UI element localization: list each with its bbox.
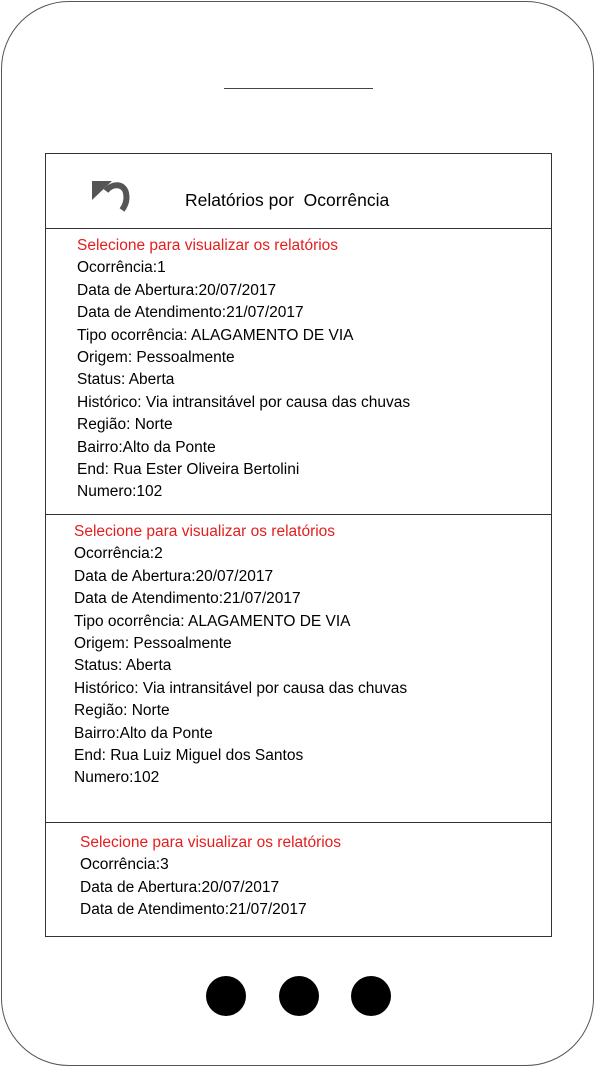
opening-date: Data de Abertura:20/07/2017 <box>80 878 280 896</box>
back-button[interactable] <box>88 170 136 214</box>
district: Bairro:Alto da Ponte <box>74 724 213 742</box>
region: Região: Norte <box>74 702 170 720</box>
card-divider <box>46 822 551 823</box>
street-number: Numero:102 <box>77 483 163 501</box>
region: Região: Norte <box>77 416 173 434</box>
hardware-button-left[interactable] <box>206 976 246 1016</box>
hardware-button-home[interactable] <box>279 976 319 1016</box>
occurrence-card-2[interactable]: Selecione para visualizar os relatórios … <box>74 521 407 790</box>
origin: Origem: Pessoalmente <box>77 349 235 367</box>
hardware-button-right[interactable] <box>351 976 391 1016</box>
district: Bairro:Alto da Ponte <box>77 438 216 456</box>
history: Histórico: Via intransitável por causa d… <box>77 393 411 411</box>
card-divider <box>46 514 551 515</box>
opening-date: Data de Abertura:20/07/2017 <box>74 567 274 585</box>
street-number: Numero:102 <box>74 769 160 787</box>
select-prompt: Selecione para visualizar os relatórios <box>74 523 336 540</box>
header-divider <box>46 228 551 229</box>
attendance-date: Data de Atendimento:21/07/2017 <box>77 304 304 322</box>
status: Status: Aberta <box>74 657 172 675</box>
hardware-buttons <box>0 976 597 1016</box>
occurrence-type: Tipo ocorrência: ALAGAMENTO DE VIA <box>77 326 354 344</box>
address: End: Rua Ester Oliveira Bertolini <box>77 461 300 479</box>
select-prompt: Selecione para visualizar os relatórios <box>80 834 342 851</box>
header-bar: Relatórios por Ocorrência <box>46 154 551 228</box>
occurrence-type: Tipo ocorrência: ALAGAMENTO DE VIA <box>74 612 351 630</box>
occurrence-id: Ocorrência:3 <box>80 856 169 874</box>
page-title: Relatórios por Ocorrência <box>185 190 390 210</box>
occurrence-id: Ocorrência:1 <box>77 259 166 277</box>
status: Status: Aberta <box>77 371 175 389</box>
opening-date: Data de Abertura:20/07/2017 <box>77 281 277 299</box>
occurrence-card-1[interactable]: Selecione para visualizar os relatórios … <box>77 235 410 504</box>
history: Histórico: Via intransitável por causa d… <box>74 679 408 697</box>
origin: Origem: Pessoalmente <box>74 635 232 653</box>
select-prompt: Selecione para visualizar os relatórios <box>77 237 339 254</box>
attendance-date: Data de Atendimento:21/07/2017 <box>80 901 307 919</box>
address: End: Rua Luiz Miguel dos Santos <box>74 747 304 765</box>
occurrence-id: Ocorrência:2 <box>74 545 163 563</box>
undo-arrow-icon <box>92 181 130 212</box>
screen: Relatórios por Ocorrência Selecione para… <box>45 153 552 937</box>
attendance-date: Data de Atendimento:21/07/2017 <box>74 590 301 608</box>
speaker-grille <box>224 88 373 89</box>
occurrence-card-3[interactable]: Selecione para visualizar os relatórios … <box>80 832 341 922</box>
